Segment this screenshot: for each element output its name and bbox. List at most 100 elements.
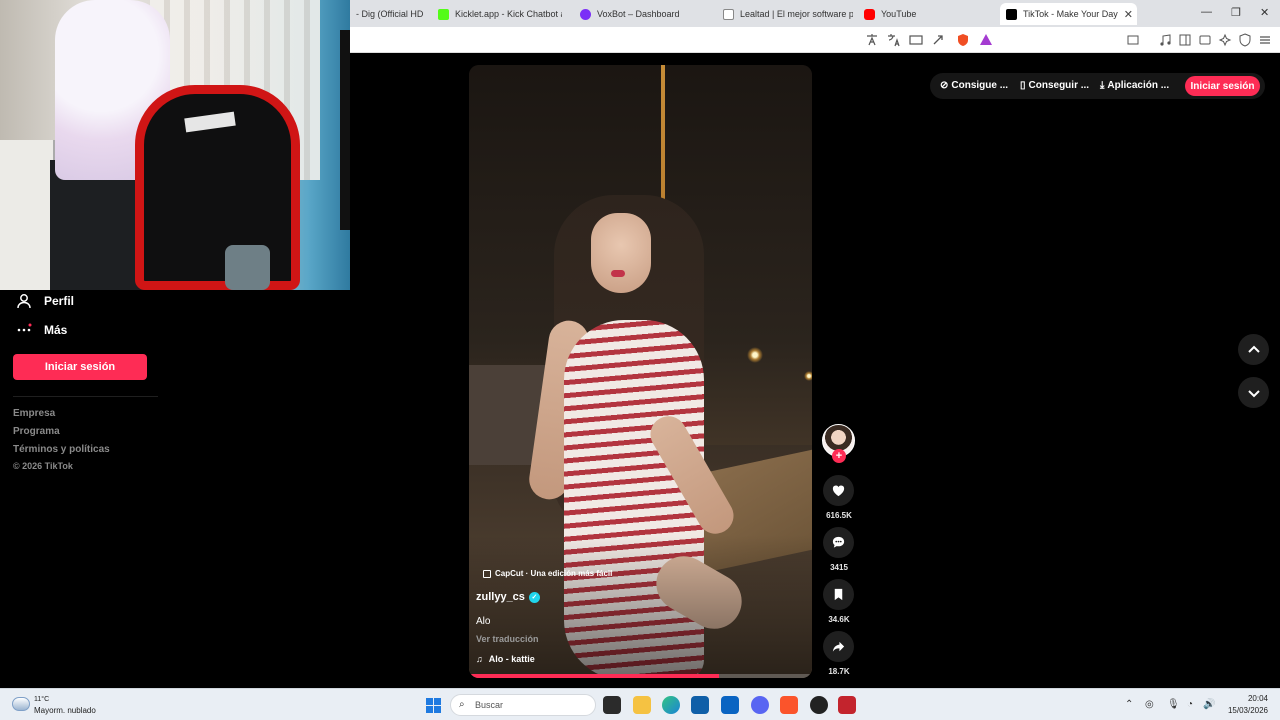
file-explorer-icon[interactable]	[633, 696, 651, 714]
taskbar-search[interactable]: ⌕ Buscar	[450, 694, 596, 716]
windows-taskbar: 11°C Mayorm. nublado ⌕ Buscar ⌃ ◎ 🎙 ◔ 🔊 …	[0, 688, 1280, 720]
windows-logo-icon	[426, 706, 433, 713]
sidebar-item-more[interactable]: Más	[16, 322, 67, 338]
music-link[interactable]: ♫ Alo - kattie	[476, 654, 535, 664]
chevron-down-icon	[1247, 389, 1260, 397]
header-login-button[interactable]: Iniciar sesión	[1185, 76, 1260, 96]
tab-tiktok[interactable]: TikTok - Make Your Day ✕	[1000, 3, 1137, 25]
media-icon[interactable]	[1158, 33, 1172, 47]
weather-icon[interactable]	[12, 697, 30, 711]
tab-youtube[interactable]: YouTube	[858, 3, 988, 25]
save-button[interactable]	[823, 579, 854, 610]
tray-overflow-icon[interactable]: ⌃	[1125, 699, 1133, 710]
microphone-icon[interactable]: 🎙	[1167, 699, 1180, 710]
share-icon[interactable]	[932, 33, 946, 47]
footer-link-program[interactable]: Programa	[13, 426, 60, 437]
comment-count: 3415	[830, 563, 848, 572]
bookmark-icon	[834, 588, 843, 601]
music-note-icon: ♫	[476, 654, 483, 664]
weather-temperature[interactable]: 11°C	[34, 696, 49, 703]
get-coins-label: Consigue ...	[951, 80, 1009, 91]
download-app-link[interactable]: ⤓ Aplicación ...	[1100, 80, 1169, 91]
get-coins-link[interactable]: ⊘ Consigue ...	[940, 80, 1008, 91]
reader-mode-icon[interactable]	[1126, 33, 1140, 47]
chevron-up-icon	[1247, 345, 1260, 353]
tab-label: VoxBot – Dashboard	[597, 9, 680, 19]
menu-icon[interactable]	[1258, 33, 1272, 47]
tiktok-icon	[1006, 8, 1017, 20]
verified-icon: ✓	[528, 591, 540, 603]
previous-video-button[interactable]	[1238, 334, 1269, 365]
task-view-icon[interactable]	[603, 696, 621, 714]
close-tab-icon[interactable]: ✕	[1124, 8, 1133, 21]
sidebar-login-button[interactable]: Iniciar sesión	[13, 354, 147, 380]
window-close-button[interactable]: ✕	[1260, 6, 1269, 19]
capcut-label: CapCut · Una edición más fácil	[495, 569, 613, 578]
no-translate-icon[interactable]	[865, 33, 879, 47]
share-arrow-icon	[832, 641, 845, 652]
tab-label: Lealtad | El mejor software par	[740, 9, 853, 19]
get-app-device-link[interactable]: ▯ Conseguir ...	[1020, 80, 1089, 91]
video-street-light	[804, 371, 812, 381]
download-app-label: Aplicación ...	[1107, 80, 1170, 91]
brave-shield-icon[interactable]	[956, 33, 970, 47]
maximize-button[interactable]: ❐	[1231, 6, 1241, 19]
sidebar-item-profile[interactable]: Perfil	[16, 293, 74, 309]
tab-label: Kicklet.app - Kick Chatbot and	[455, 9, 562, 19]
start-button[interactable]	[426, 698, 441, 713]
sidebar-item-label: Perfil	[44, 294, 75, 308]
like-button[interactable]	[823, 475, 854, 506]
leo-ai-icon[interactable]	[1218, 33, 1232, 47]
lealtad-icon	[723, 8, 734, 20]
brave-rewards-icon[interactable]	[979, 33, 993, 47]
video-street-light	[747, 347, 763, 363]
wallet-icon[interactable]	[1198, 33, 1212, 47]
next-video-button[interactable]	[1238, 377, 1269, 408]
cast-icon[interactable]	[909, 33, 923, 47]
see-translation-link[interactable]: Ver traducción	[476, 634, 539, 644]
obs-icon[interactable]	[810, 696, 828, 714]
wifi-icon[interactable]: ◔	[1187, 699, 1193, 710]
sidebar-toggle-icon[interactable]	[1178, 33, 1192, 47]
tab-voxbot[interactable]: VoxBot – Dashboard	[574, 3, 704, 25]
video-player[interactable]: CapCut · Una edición más fácil zullyy_cs…	[469, 65, 812, 678]
comment-button[interactable]	[823, 527, 854, 558]
outlook-icon[interactable]	[721, 696, 739, 714]
heart-icon	[832, 485, 845, 497]
webcam-edge	[340, 30, 350, 230]
share-button[interactable]	[823, 631, 854, 662]
get-app-device-label: Conseguir ...	[1028, 80, 1090, 91]
voxbot-icon	[580, 8, 591, 20]
webcam-overlay	[0, 0, 350, 290]
footer-link-company[interactable]: Empresa	[13, 408, 55, 419]
tab-kicklet[interactable]: Kicklet.app - Kick Chatbot and	[432, 3, 562, 25]
volume-icon[interactable]: 🔊	[1203, 699, 1215, 710]
like-count: 616.5K	[826, 511, 852, 520]
video-author[interactable]: zullyy_cs ✓	[476, 591, 540, 603]
taskbar-search-placeholder: Buscar	[475, 700, 504, 710]
tab-lealtad[interactable]: Lealtad | El mejor software par	[717, 3, 853, 25]
tab-dig[interactable]: - Dig (Official HD V	[350, 3, 425, 25]
tray-network-app-icon[interactable]: ◎	[1145, 699, 1154, 710]
copyright: © 2026 TikTok	[13, 461, 73, 471]
minimize-button[interactable]: —	[1201, 6, 1212, 18]
discord-icon[interactable]	[751, 696, 769, 714]
windows-logo-icon	[434, 698, 441, 705]
brave-browser-icon[interactable]	[780, 696, 798, 714]
translate-icon[interactable]	[887, 33, 901, 47]
weather-description[interactable]: Mayorm. nublado	[34, 706, 96, 715]
footer-link-terms[interactable]: Términos y políticas	[13, 444, 110, 455]
webcam-speaker	[225, 245, 270, 290]
windows-logo-icon	[426, 698, 433, 705]
follow-plus-icon[interactable]: +	[832, 449, 846, 463]
clock-time[interactable]: 20:04	[1244, 694, 1268, 703]
phone-icon: ▯	[1020, 80, 1026, 91]
capcut-tag[interactable]: CapCut · Una edición más fácil	[483, 569, 612, 578]
clock-date[interactable]: 15/03/2026	[1222, 706, 1268, 715]
edge-icon[interactable]	[662, 696, 680, 714]
vpn-shield-icon[interactable]	[1238, 33, 1252, 47]
video-progress-bar[interactable]	[469, 674, 812, 678]
store-icon[interactable]	[691, 696, 709, 714]
app-icon[interactable]	[838, 696, 856, 714]
capcut-icon	[483, 569, 491, 578]
